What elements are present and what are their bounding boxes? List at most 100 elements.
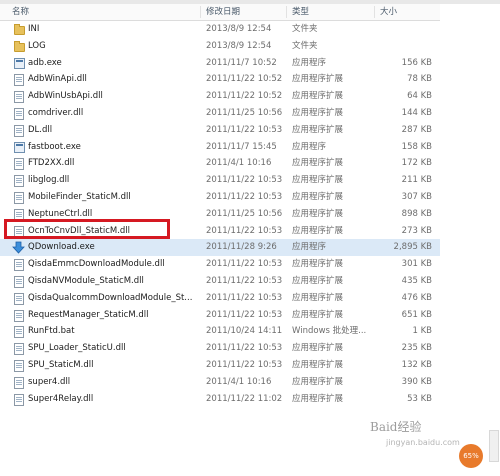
download-arrow-icon bbox=[12, 241, 25, 254]
file-name: RequestManager_StaticM.dll bbox=[28, 309, 149, 320]
file-row[interactable]: QisdaEmmcDownloadModule.dll 2011/11/22 10… bbox=[0, 256, 440, 273]
file-row[interactable]: RunFtd.bat 2011/10/24 14:11 Windows 批处理...… bbox=[0, 323, 440, 340]
file-row[interactable]: LOG 2013/8/9 12:54 文件夹 bbox=[0, 38, 440, 55]
file-date: 2011/11/22 10:53 bbox=[206, 343, 283, 354]
file-size: 235 KB bbox=[401, 343, 432, 354]
column-divider[interactable] bbox=[286, 6, 287, 18]
file-date: 2011/11/25 10:56 bbox=[206, 208, 283, 219]
file-date: 2011/11/22 11:02 bbox=[206, 393, 283, 404]
file-type: Windows 批处理... bbox=[292, 326, 367, 337]
dll-icon bbox=[14, 275, 24, 288]
file-name: DL.dll bbox=[28, 124, 53, 135]
file-row[interactable]: adb.exe 2011/11/7 10:52 应用程序 156 KB bbox=[0, 55, 440, 72]
file-type: 应用程序扩展 bbox=[292, 292, 344, 303]
file-row[interactable]: fastboot.exe 2011/11/7 15:45 应用程序 158 KB bbox=[0, 139, 440, 156]
file-row[interactable]: super4.dll 2011/4/1 10:16 应用程序扩展 390 KB bbox=[0, 374, 440, 391]
file-size: 287 KB bbox=[401, 124, 432, 135]
column-header-row: 名称 修改日期 类型 大小 bbox=[0, 4, 440, 21]
file-size: 144 KB bbox=[401, 107, 432, 118]
file-name: SPU_Loader_StaticU.dll bbox=[28, 343, 126, 354]
file-size: 64 KB bbox=[407, 91, 432, 102]
file-date: 2011/11/22 10:53 bbox=[206, 175, 283, 186]
dll-icon bbox=[14, 309, 24, 322]
file-row[interactable]: Super4Relay.dll 2011/11/22 11:02 应用程序扩展 53 … bbox=[0, 391, 440, 408]
folder-icon bbox=[14, 40, 25, 52]
file-date: 2011/11/7 10:52 bbox=[206, 57, 277, 68]
file-row[interactable]: INI 2013/8/9 12:54 文件夹 bbox=[0, 21, 440, 38]
file-name: QisdaQualcommDownloadModule_St... bbox=[28, 292, 193, 303]
file-name: super4.dll bbox=[28, 376, 71, 387]
file-type: 应用程序扩展 bbox=[292, 393, 344, 404]
dll-icon bbox=[14, 175, 24, 188]
file-type: 应用程序扩展 bbox=[292, 359, 344, 370]
column-header-size[interactable]: 大小 bbox=[380, 4, 397, 20]
file-name: QisdaEmmcDownloadModule.dll bbox=[28, 259, 165, 270]
file-name: Super4Relay.dll bbox=[28, 393, 94, 404]
file-date: 2013/8/9 12:54 bbox=[206, 24, 272, 34]
file-row[interactable]: FTD2XX.dll 2011/4/1 10:16 应用程序扩展 172 KB bbox=[0, 155, 440, 172]
file-name: AdbWinUsbApi.dll bbox=[28, 91, 103, 102]
dll-icon bbox=[14, 158, 24, 171]
file-size: 898 KB bbox=[401, 208, 432, 219]
file-date: 2011/4/1 10:16 bbox=[206, 158, 272, 169]
file-row[interactable]: QisdaNVModule_StaticM.dll 2011/11/22 10:5… bbox=[0, 273, 440, 290]
file-type: 应用程序扩展 bbox=[292, 259, 344, 270]
file-type: 应用程序扩展 bbox=[292, 91, 344, 102]
file-type: 应用程序扩展 bbox=[292, 107, 344, 118]
file-date: 2011/11/7 15:45 bbox=[206, 141, 277, 152]
file-row[interactable]: AdbWinApi.dll 2011/11/22 10:52 应用程序扩展 78 KB bbox=[0, 71, 440, 88]
file-name: INI bbox=[28, 24, 40, 34]
file-row[interactable]: QDownload.exe 2011/11/28 9:26 应用程序 2,895 KB bbox=[0, 239, 440, 257]
file-size: 307 KB bbox=[401, 191, 432, 202]
file-type: 文件夹 bbox=[292, 24, 318, 34]
column-divider[interactable] bbox=[200, 6, 201, 18]
file-name: FTD2XX.dll bbox=[28, 158, 75, 169]
file-list: INI 2013/8/9 12:54 文件夹 LOG 2013/8/9 12:54 文件夹… bbox=[0, 21, 440, 407]
dll-icon bbox=[14, 259, 24, 272]
bat-icon bbox=[14, 326, 24, 339]
column-header-name[interactable]: 名称 bbox=[12, 4, 29, 20]
scrollbar[interactable] bbox=[489, 430, 499, 462]
dll-icon bbox=[14, 107, 24, 120]
file-row[interactable]: comdriver.dll 2011/11/25 10:56 应用程序扩展 144 K… bbox=[0, 105, 440, 122]
file-row[interactable]: SPU_Loader_StaticU.dll 2011/11/22 10:53 应用… bbox=[0, 340, 440, 357]
file-name: AdbWinApi.dll bbox=[28, 74, 87, 85]
file-date: 2011/4/1 10:16 bbox=[206, 376, 272, 387]
file-date: 2011/11/22 10:53 bbox=[206, 191, 283, 202]
file-type: 应用程序扩展 bbox=[292, 225, 344, 236]
file-row[interactable]: libglog.dll 2011/11/22 10:53 应用程序扩展 211 KB bbox=[0, 172, 440, 189]
file-name: SPU_StaticM.dll bbox=[28, 359, 94, 370]
watermark-url: jingyan.baidu.com bbox=[386, 438, 460, 447]
file-name: comdriver.dll bbox=[28, 107, 84, 118]
file-date: 2011/11/28 9:26 bbox=[206, 242, 277, 253]
dll-icon bbox=[14, 393, 24, 406]
file-date: 2011/11/22 10:53 bbox=[206, 309, 283, 320]
column-divider[interactable] bbox=[374, 6, 375, 18]
file-row[interactable]: RequestManager_StaticM.dll 2011/11/22 10:… bbox=[0, 307, 440, 324]
dll-icon bbox=[14, 191, 24, 204]
highlight-callout-box bbox=[4, 219, 170, 239]
column-header-date[interactable]: 修改日期 bbox=[206, 4, 240, 20]
file-row[interactable]: DL.dll 2011/11/22 10:53 应用程序扩展 287 KB bbox=[0, 122, 440, 139]
file-size: 132 KB bbox=[401, 359, 432, 370]
file-row[interactable]: QisdaQualcommDownloadModule_St... 2011/11… bbox=[0, 290, 440, 307]
file-size: 476 KB bbox=[401, 292, 432, 303]
exe-icon bbox=[14, 141, 25, 153]
file-type: 应用程序 bbox=[292, 141, 327, 152]
file-type: 文件夹 bbox=[292, 40, 318, 51]
file-row[interactable]: SPU_StaticM.dll 2011/11/22 10:53 应用程序扩展 132… bbox=[0, 357, 440, 374]
file-name: QDownload.exe bbox=[28, 242, 95, 253]
column-header-type[interactable]: 类型 bbox=[292, 4, 309, 20]
file-date: 2011/11/22 10:53 bbox=[206, 275, 283, 286]
dll-icon bbox=[14, 359, 24, 372]
file-row[interactable]: MobileFinder_StaticM.dll 2011/11/22 10:53… bbox=[0, 189, 440, 206]
file-name: fastboot.exe bbox=[28, 141, 81, 152]
dll-icon bbox=[14, 91, 24, 104]
file-type: 应用程序扩展 bbox=[292, 275, 344, 286]
file-date: 2011/11/22 10:52 bbox=[206, 91, 283, 102]
file-type: 应用程序扩展 bbox=[292, 309, 344, 320]
file-type: 应用程序扩展 bbox=[292, 343, 344, 354]
file-name: RunFtd.bat bbox=[28, 326, 75, 337]
file-row[interactable]: AdbWinUsbApi.dll 2011/11/22 10:52 应用程序扩展 64… bbox=[0, 88, 440, 105]
file-size: 651 KB bbox=[401, 309, 432, 320]
